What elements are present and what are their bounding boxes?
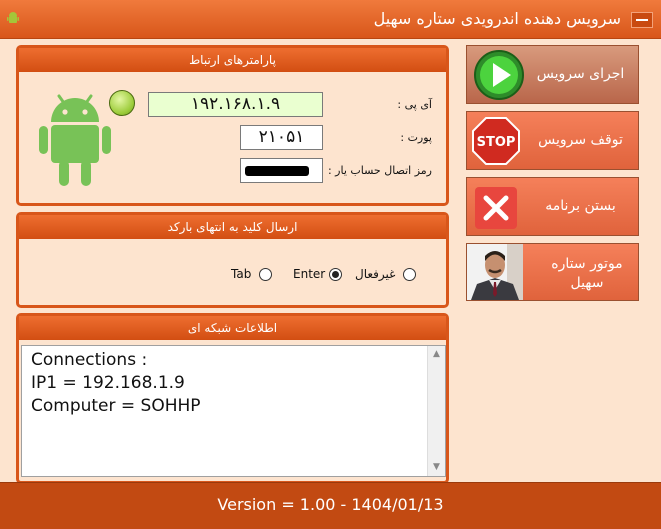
engine-label: موتور ستاره سهیل [551, 256, 623, 291]
password-mask [245, 166, 309, 176]
close-icon [475, 187, 517, 229]
network-group: اطلاعات شبکه ای Connections : IP1 = 192.… [16, 313, 449, 484]
version-text: Version = 1.00 - 1404/01/13 [217, 495, 444, 514]
stop-service-button[interactable]: STOP توقف سرویس [466, 111, 639, 170]
stop-service-label: توقف سرویس [538, 132, 623, 148]
scroll-up-icon[interactable]: ▲ [428, 346, 445, 363]
connection-group: پارامترهای ارتباط ۱۹۲.۱۶۸.۱.۹ آی پی : ۲۱… [16, 45, 449, 206]
android-robot-icon [39, 94, 111, 186]
ip-field[interactable]: ۱۹۲.۱۶۸.۱.۹ [148, 92, 323, 117]
engine-button[interactable]: موتور ستاره سهیل [466, 243, 639, 301]
start-service-button[interactable]: اجرای سرویس [466, 45, 639, 104]
network-info-box[interactable]: Connections : IP1 = 192.168.1.9 Computer… [21, 345, 446, 477]
password-field[interactable] [240, 158, 323, 183]
send-key-group: ارسال کلید به انتهای بارکد غیرفعال Enter… [16, 212, 449, 308]
network-line: Computer = SOHHP [31, 396, 201, 416]
radio-enter-label: Enter [293, 267, 326, 281]
radio-enter[interactable] [329, 268, 342, 281]
close-program-button[interactable]: بستن برنامه [466, 177, 639, 236]
scroll-down-icon[interactable]: ▼ [428, 459, 445, 476]
radio-tab[interactable] [259, 268, 272, 281]
status-led [109, 90, 135, 116]
radio-disabled[interactable] [403, 268, 416, 281]
connection-header: پارامترهای ارتباط [19, 48, 446, 72]
play-icon [474, 50, 524, 100]
minimize-button[interactable] [631, 12, 653, 28]
status-footer: Version = 1.00 - 1404/01/13 [0, 482, 661, 529]
close-program-label: بستن برنامه [545, 198, 616, 214]
send-key-header: ارسال کلید به انتهای بارکد [19, 215, 446, 239]
minimize-icon [636, 19, 648, 21]
start-service-label: اجرای سرویس [536, 66, 625, 82]
port-field[interactable]: ۲۱۰۵۱ [240, 125, 323, 150]
ip-label: آی پی : [397, 98, 432, 111]
port-label: پورت : [400, 131, 432, 144]
network-header: اطلاعات شبکه ای [19, 316, 446, 340]
stop-sign-icon: STOP [472, 117, 520, 165]
network-line: IP1 = 192.168.1.9 [31, 373, 185, 393]
network-line: Connections : [31, 350, 148, 370]
radio-tab-label: Tab [231, 267, 252, 281]
title-bar: سرویس دهنده اندرویدی ستاره سهیل [0, 0, 661, 39]
avatar [467, 244, 523, 300]
window-title: سرویس دهنده اندرویدی ستاره سهیل [373, 9, 621, 28]
radio-disabled-label: غیرفعال [355, 267, 396, 281]
scrollbar[interactable]: ▲ ▼ [427, 346, 445, 476]
android-app-icon [7, 12, 19, 23]
password-label: رمز اتصال حساب یار : [327, 164, 432, 177]
stop-sign-text: STOP [477, 135, 516, 150]
